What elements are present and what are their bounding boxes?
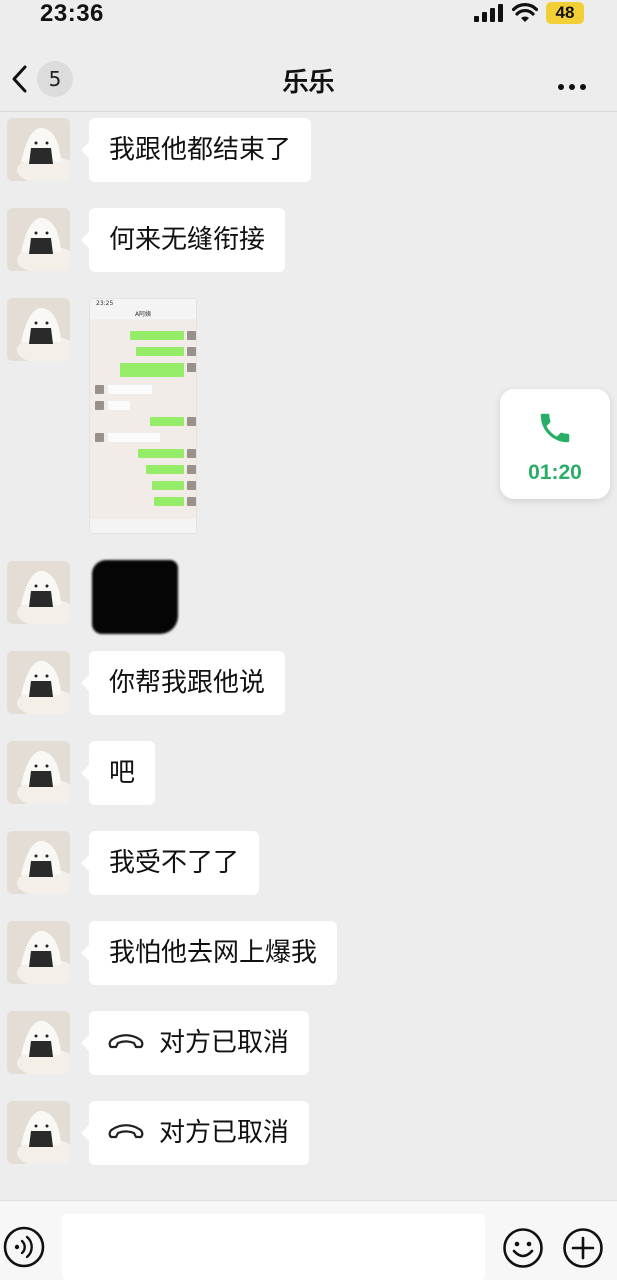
hangup-icon [108,1033,144,1048]
avatar[interactable] [7,1011,70,1074]
message-bubble[interactable]: 我跟他都结束了 [80,118,312,182]
emoji-icon[interactable] [502,1227,544,1269]
ongoing-call-widget[interactable]: 01:20 [500,389,610,499]
avatar[interactable] [7,118,70,181]
page-title: 乐乐 [282,68,335,98]
avatar[interactable] [7,831,70,894]
censored-image[interactable] [92,560,178,634]
message-bubble[interactable]: 我受不了了 [80,831,260,895]
chat-screenshot-image[interactable]: 23:25 A阿姨 [89,298,197,534]
signal-icon [474,4,503,22]
phone-icon [540,413,570,443]
avatar[interactable] [7,208,70,271]
avatar[interactable] [7,298,70,361]
message-bubble[interactable]: 何来无缝衔接 [80,208,286,272]
voice-icon[interactable] [2,1225,46,1269]
input-bar [0,1200,617,1280]
call-status-text: 对方已取消 [159,1118,290,1148]
plus-icon[interactable] [562,1227,604,1269]
avatar[interactable] [7,921,70,984]
more-icon[interactable] [558,75,591,94]
wifi-icon [512,3,538,22]
avatar[interactable] [7,1101,70,1164]
message-bubble[interactable]: 吧 [80,741,156,805]
message-bubble[interactable]: 我怕他去网上爆我 [80,921,338,985]
status-time: 23:36 [40,0,104,27]
message-input[interactable] [62,1214,485,1280]
status-bar: 23:36 48 [0,0,617,34]
call-status-text: 对方已取消 [159,1028,290,1058]
call-record-bubble[interactable]: 对方已取消 [80,1101,310,1165]
avatar[interactable] [7,741,70,804]
message-bubble[interactable]: 你帮我跟他说 [80,651,286,715]
avatar[interactable] [7,651,70,714]
hangup-icon [108,1123,144,1138]
avatar[interactable] [7,561,70,624]
call-duration: 01:20 [528,461,582,484]
chat-header: 5 乐乐 [0,44,617,112]
battery-indicator: 48 [546,2,584,24]
call-record-bubble[interactable]: 对方已取消 [80,1011,310,1075]
screenshot-header: 23:25 A阿姨 [90,299,196,319]
